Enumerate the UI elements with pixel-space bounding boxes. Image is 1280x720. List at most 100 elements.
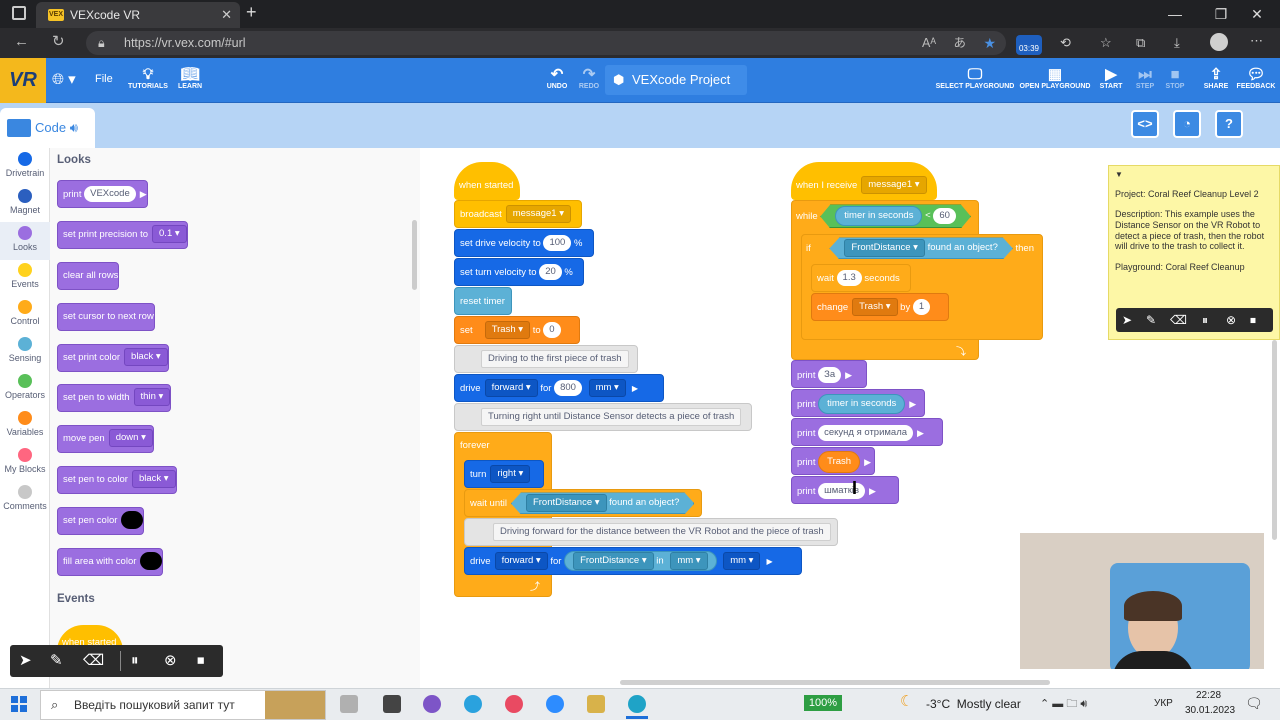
print-block-5[interactable]: print шматків ▶: [791, 476, 899, 504]
print-value[interactable]: VEXcode: [84, 186, 136, 203]
eraser-icon[interactable]: ⌫: [1170, 309, 1187, 331]
workspace-vertical-scrollbar[interactable]: [1272, 340, 1277, 540]
print-block-4[interactable]: print Trash ▶: [791, 447, 875, 475]
category-control[interactable]: Control: [0, 300, 50, 326]
wait-seconds-block[interactable]: wait 1.3 seconds: [811, 264, 911, 292]
set-pen-color-swatch-block[interactable]: set pen color: [57, 507, 145, 535]
workspace-horizontal-scrollbar[interactable]: [620, 680, 1050, 685]
print-text-5[interactable]: шматків: [818, 483, 866, 500]
pointer-icon[interactable]: ➤: [1122, 309, 1132, 331]
drive-velocity-value[interactable]: 100: [543, 235, 572, 252]
cancel-icon-2[interactable]: ⊗: [164, 650, 177, 672]
drive-for-block[interactable]: drive forward ▾ for 800 mm ▾ ▶: [454, 374, 664, 402]
found-object-condition[interactable]: FrontDistance ▾ found an object?: [511, 492, 694, 514]
color-swatch[interactable]: [121, 511, 144, 530]
battery-indicator[interactable]: 100%: [804, 695, 842, 711]
dashboard-button[interactable]: ◔: [1173, 110, 1201, 138]
variable-dropdown[interactable]: Trash ▾: [484, 321, 531, 340]
favorites-icon[interactable]: ☆: [1100, 35, 1112, 51]
move-pen-dropdown[interactable]: down ▾: [108, 429, 153, 448]
turn-block[interactable]: turn right ▾: [464, 460, 544, 488]
print-block-1[interactable]: print За ▶: [791, 360, 867, 388]
open-playground-button[interactable]: ▦ OPEN PLAYGROUND: [1018, 66, 1092, 90]
category-variables[interactable]: Variables: [0, 411, 50, 437]
pen-width-dropdown[interactable]: thin ▾: [133, 388, 171, 407]
timer-reporter[interactable]: timer in seconds: [835, 206, 922, 226]
category-comments[interactable]: Comments: [0, 485, 50, 511]
category-magnet[interactable]: Magnet: [0, 189, 50, 215]
browser-tab[interactable]: VEX VEXcode VR ✕: [36, 2, 240, 28]
category-sensing[interactable]: Sensing: [0, 337, 50, 363]
trash-variable-reporter[interactable]: Trash: [818, 451, 861, 474]
notification-icon[interactable]: 🗨︎: [1245, 695, 1263, 712]
category-drivetrain[interactable]: Drivetrain: [0, 152, 50, 178]
collections-icon[interactable]: ⧉: [1136, 35, 1145, 51]
print-block-3[interactable]: print секунд я отримала ▶: [791, 418, 943, 446]
less-than-condition[interactable]: timer in seconds < 60: [820, 204, 971, 228]
eraser-icon-2[interactable]: ⌫: [83, 650, 104, 672]
pen-color-dropdown[interactable]: black ▾: [131, 470, 176, 489]
set-drive-velocity-block[interactable]: set drive velocity to 100 %: [454, 229, 594, 257]
broadcast-message-dropdown[interactable]: message1 ▾: [505, 205, 571, 224]
close-window-icon[interactable]: ✕: [1234, 0, 1280, 28]
wait-value[interactable]: 1.3: [836, 270, 862, 287]
minimize-icon[interactable]: —: [1152, 0, 1198, 28]
category-operators[interactable]: Operators: [0, 374, 50, 400]
telegram-icon[interactable]: [464, 695, 482, 713]
language-globe-icon[interactable]: 🌐︎ ▾: [52, 70, 76, 88]
tutorials-button[interactable]: 💡︎ TUTORIALS: [127, 66, 169, 90]
set-variable-block[interactable]: set Trash ▾ to 0: [454, 316, 580, 344]
cancel-icon[interactable]: ⊗: [1226, 309, 1236, 331]
print-text-1[interactable]: За: [818, 367, 842, 384]
system-tray-icons[interactable]: ⌃ ▬ 🗀︎ 🔊︎: [1040, 695, 1087, 714]
set-pen-color-block[interactable]: set pen to color black ▾: [57, 466, 177, 494]
move-pen-block[interactable]: move pen down ▾: [57, 425, 154, 453]
comment-block-1[interactable]: Driving to the first piece of trash: [454, 345, 638, 373]
set-pen-width-block[interactable]: set pen to width thin ▾: [57, 384, 172, 412]
sensor-dropdown-2[interactable]: FrontDistance ▾: [573, 552, 654, 571]
note-collapse-icon[interactable]: ▼: [1115, 170, 1273, 179]
new-tab-icon[interactable]: +: [246, 2, 257, 23]
comment-text-1[interactable]: Driving to the first piece of trash: [481, 350, 629, 369]
taskbar-search-input[interactable]: ⌕ Введіть пошуковий запит тут: [40, 690, 326, 720]
comment-text-3[interactable]: Driving forward for the distance between…: [493, 523, 831, 542]
comment-text-2[interactable]: Turning right until Distance Sensor dete…: [481, 408, 742, 427]
redo-button[interactable]: ↷ REDO: [574, 66, 604, 90]
unit-dropdown-2[interactable]: mm ▾: [723, 552, 761, 571]
comment-block-3[interactable]: Driving forward for the distance between…: [464, 518, 838, 546]
palette-scrollbar[interactable]: [412, 220, 417, 290]
set-value[interactable]: 0: [543, 322, 561, 339]
more-menu-icon[interactable]: ⋯: [1250, 33, 1263, 49]
print-text-3[interactable]: секунд я отримала: [818, 425, 914, 442]
comment-block-2[interactable]: Turning right until Distance Sensor dete…: [454, 403, 752, 431]
file-menu[interactable]: File: [95, 73, 113, 85]
project-name-button[interactable]: ⬢ VEXcode Project: [605, 65, 747, 95]
category-events[interactable]: Events: [0, 263, 50, 289]
broadcast-block[interactable]: broadcast message1 ▾: [454, 200, 582, 228]
change-variable-block[interactable]: change Trash ▾ by 1: [811, 293, 949, 321]
print-color-dropdown[interactable]: black ▾: [124, 348, 168, 367]
precision-dropdown[interactable]: 0.1 ▾: [152, 225, 187, 244]
help-button[interactable]: ?: [1215, 110, 1243, 138]
turn-velocity-value[interactable]: 20: [539, 264, 562, 281]
print-block[interactable]: print VEXcode ▶: [57, 180, 148, 208]
downloads-icon[interactable]: ⤓: [1174, 35, 1180, 51]
select-playground-button[interactable]: 🖵︎ SELECT PLAYGROUND: [935, 66, 1015, 90]
distance-value[interactable]: 800: [554, 380, 582, 397]
share-button[interactable]: ⇪ SHARE: [1201, 66, 1231, 90]
pointer-icon-2[interactable]: ➤: [19, 650, 32, 672]
set-turn-velocity-block[interactable]: set turn velocity to 20 %: [454, 258, 584, 286]
distance-reporter[interactable]: FrontDistance ▾ in mm ▾: [564, 551, 717, 572]
stop-button[interactable]: ■ STOP: [1161, 66, 1189, 90]
translate-icon[interactable]: あ: [953, 31, 966, 55]
direction-dropdown[interactable]: forward ▾: [484, 379, 538, 398]
viber-icon[interactable]: [423, 695, 441, 713]
sensor-dropdown-3[interactable]: FrontDistance ▾: [844, 239, 925, 257]
read-aloud-icon[interactable]: Aᴬ: [922, 31, 936, 55]
fill-color-swatch[interactable]: [140, 552, 163, 571]
pen-icon-2[interactable]: ✎: [50, 650, 63, 672]
stop-recording-icon-2[interactable]: ⏹︎: [197, 650, 205, 672]
back-icon[interactable]: ←: [14, 34, 29, 50]
edge-icon[interactable]: [628, 695, 646, 713]
pause-icon[interactable]: ⏸︎: [1202, 309, 1208, 331]
